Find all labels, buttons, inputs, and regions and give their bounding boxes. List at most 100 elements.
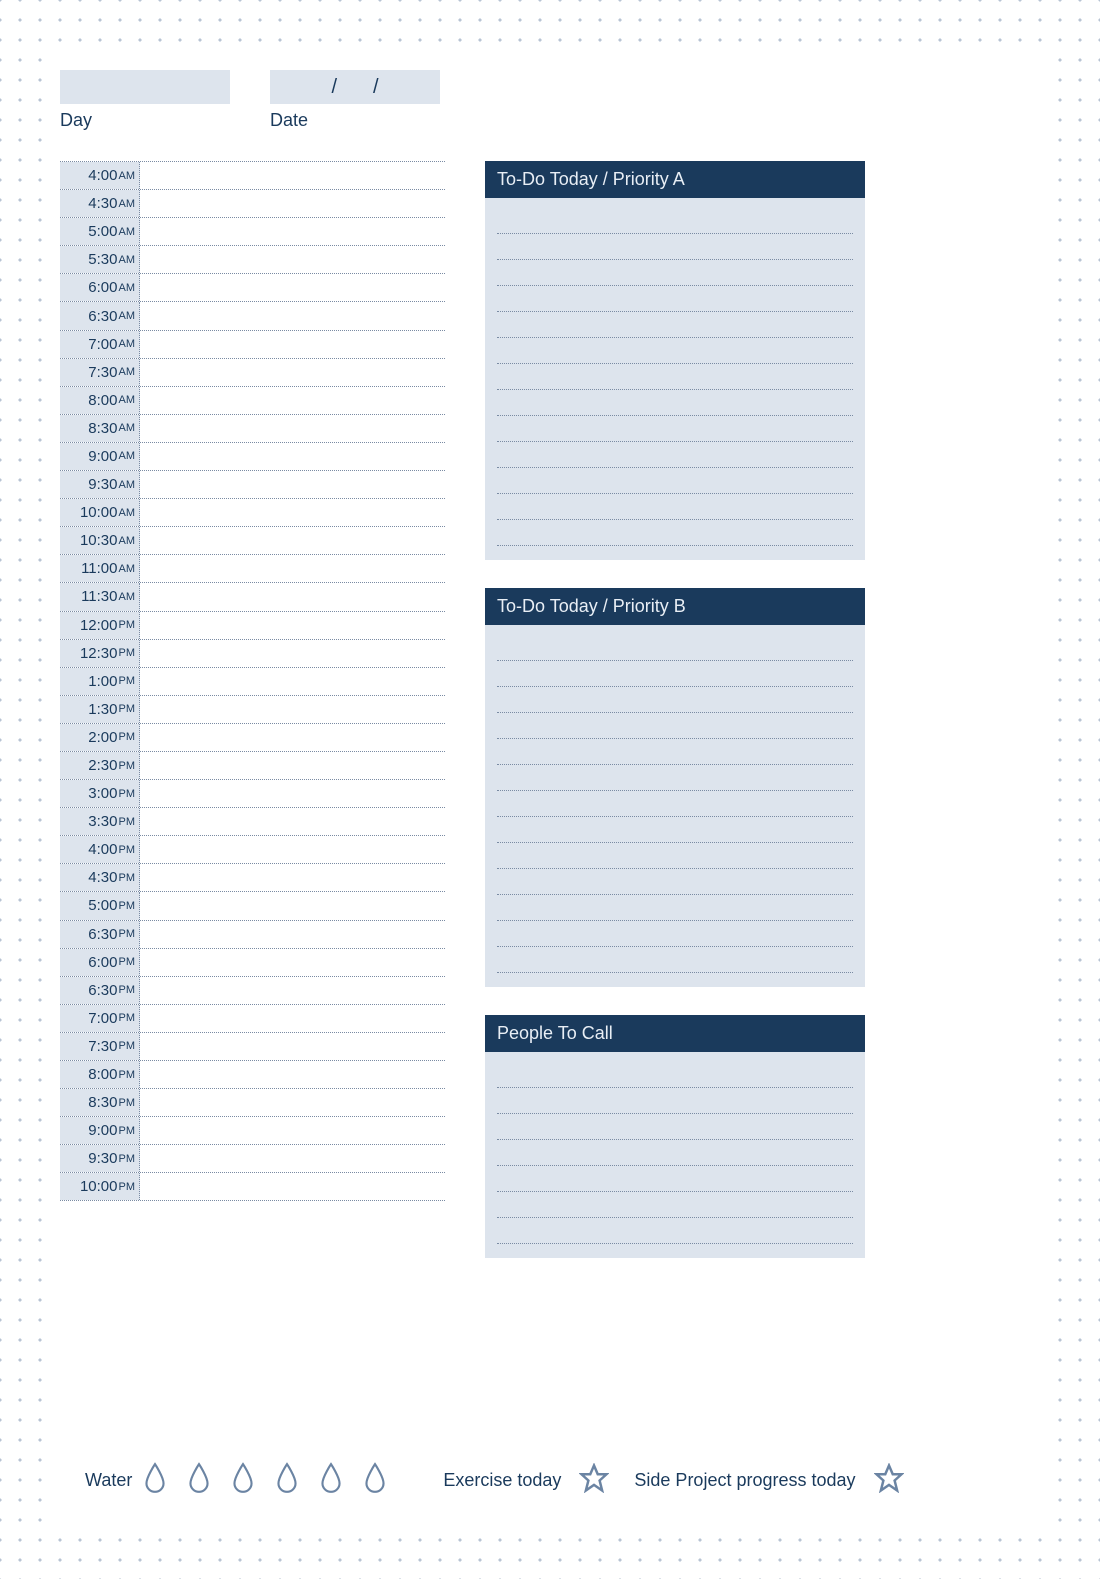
event-cell[interactable] <box>140 1173 445 1200</box>
time-cell: 8:00PM <box>60 1061 140 1088</box>
event-cell[interactable] <box>140 640 445 667</box>
schedule-row: 10:00AM <box>60 499 445 527</box>
water-drop-icon[interactable] <box>318 1462 344 1499</box>
footer-row: Water Exercise today Side Project progre… <box>85 1462 1015 1499</box>
write-line[interactable] <box>497 286 853 312</box>
event-cell[interactable] <box>140 190 445 217</box>
event-cell[interactable] <box>140 331 445 358</box>
time-cell: 2:00PM <box>60 724 140 751</box>
star-icon[interactable] <box>874 1463 904 1498</box>
time-cell: 7:30AM <box>60 359 140 386</box>
people-body[interactable] <box>485 1052 865 1258</box>
event-cell[interactable] <box>140 246 445 273</box>
write-line[interactable] <box>497 364 853 390</box>
water-drop-icon[interactable] <box>186 1462 212 1499</box>
write-line[interactable] <box>497 1062 853 1088</box>
write-line[interactable] <box>497 635 853 661</box>
date-separator-1: / <box>331 76 337 99</box>
priority-a-section: To-Do Today / Priority A <box>485 161 865 560</box>
water-drop-icon[interactable] <box>142 1462 168 1499</box>
write-line[interactable] <box>497 1140 853 1166</box>
write-line[interactable] <box>497 338 853 364</box>
event-cell[interactable] <box>140 1061 445 1088</box>
write-line[interactable] <box>497 1166 853 1192</box>
write-line[interactable] <box>497 739 853 765</box>
event-cell[interactable] <box>140 499 445 526</box>
write-line[interactable] <box>497 520 853 546</box>
schedule-row: 3:30PM <box>60 808 445 836</box>
write-line[interactable] <box>497 442 853 468</box>
event-cell[interactable] <box>140 892 445 919</box>
exercise-label: Exercise today <box>443 1470 561 1491</box>
event-cell[interactable] <box>140 359 445 386</box>
event-cell[interactable] <box>140 808 445 835</box>
day-input[interactable] <box>60 70 230 104</box>
right-column: To-Do Today / Priority A To-Do Today / P… <box>485 161 865 1286</box>
write-line[interactable] <box>497 416 853 442</box>
write-line[interactable] <box>497 921 853 947</box>
star-icon[interactable] <box>579 1463 609 1498</box>
write-line[interactable] <box>497 869 853 895</box>
water-drop-icon[interactable] <box>230 1462 256 1499</box>
event-cell[interactable] <box>140 443 445 470</box>
write-line[interactable] <box>497 468 853 494</box>
event-cell[interactable] <box>140 583 445 610</box>
event-cell[interactable] <box>140 780 445 807</box>
event-cell[interactable] <box>140 471 445 498</box>
event-cell[interactable] <box>140 724 445 751</box>
event-cell[interactable] <box>140 387 445 414</box>
water-drops <box>142 1462 388 1499</box>
schedule-row: 1:30PM <box>60 696 445 724</box>
date-input[interactable]: / / <box>270 70 440 104</box>
event-cell[interactable] <box>140 274 445 301</box>
event-cell[interactable] <box>140 836 445 863</box>
event-cell[interactable] <box>140 1033 445 1060</box>
event-cell[interactable] <box>140 1117 445 1144</box>
event-cell[interactable] <box>140 977 445 1004</box>
write-line[interactable] <box>497 1192 853 1218</box>
water-drop-icon[interactable] <box>274 1462 300 1499</box>
write-line[interactable] <box>497 1114 853 1140</box>
write-line[interactable] <box>497 1088 853 1114</box>
event-cell[interactable] <box>140 162 445 189</box>
write-line[interactable] <box>497 390 853 416</box>
event-cell[interactable] <box>140 527 445 554</box>
write-line[interactable] <box>497 791 853 817</box>
event-cell[interactable] <box>140 864 445 891</box>
write-line[interactable] <box>497 260 853 286</box>
write-line[interactable] <box>497 1218 853 1244</box>
event-cell[interactable] <box>140 555 445 582</box>
write-line[interactable] <box>497 765 853 791</box>
priority-a-body[interactable] <box>485 198 865 560</box>
write-line[interactable] <box>497 713 853 739</box>
write-line[interactable] <box>497 208 853 234</box>
event-cell[interactable] <box>140 949 445 976</box>
time-cell: 10:30AM <box>60 527 140 554</box>
schedule-column: 4:00AM4:30AM5:00AM5:30AM6:00AM6:30AM7:00… <box>60 161 445 1286</box>
write-line[interactable] <box>497 661 853 687</box>
write-line[interactable] <box>497 895 853 921</box>
priority-b-body[interactable] <box>485 625 865 987</box>
event-cell[interactable] <box>140 668 445 695</box>
event-cell[interactable] <box>140 612 445 639</box>
write-line[interactable] <box>497 234 853 260</box>
event-cell[interactable] <box>140 218 445 245</box>
write-line[interactable] <box>497 843 853 869</box>
write-line[interactable] <box>497 687 853 713</box>
water-drop-icon[interactable] <box>362 1462 388 1499</box>
time-cell: 6:00AM <box>60 274 140 301</box>
event-cell[interactable] <box>140 1089 445 1116</box>
event-cell[interactable] <box>140 696 445 723</box>
schedule-row: 8:00AM <box>60 387 445 415</box>
write-line[interactable] <box>497 947 853 973</box>
time-cell: 4:00PM <box>60 836 140 863</box>
write-line[interactable] <box>497 494 853 520</box>
event-cell[interactable] <box>140 1145 445 1172</box>
event-cell[interactable] <box>140 415 445 442</box>
write-line[interactable] <box>497 817 853 843</box>
event-cell[interactable] <box>140 752 445 779</box>
write-line[interactable] <box>497 312 853 338</box>
event-cell[interactable] <box>140 1005 445 1032</box>
event-cell[interactable] <box>140 921 445 948</box>
event-cell[interactable] <box>140 302 445 329</box>
